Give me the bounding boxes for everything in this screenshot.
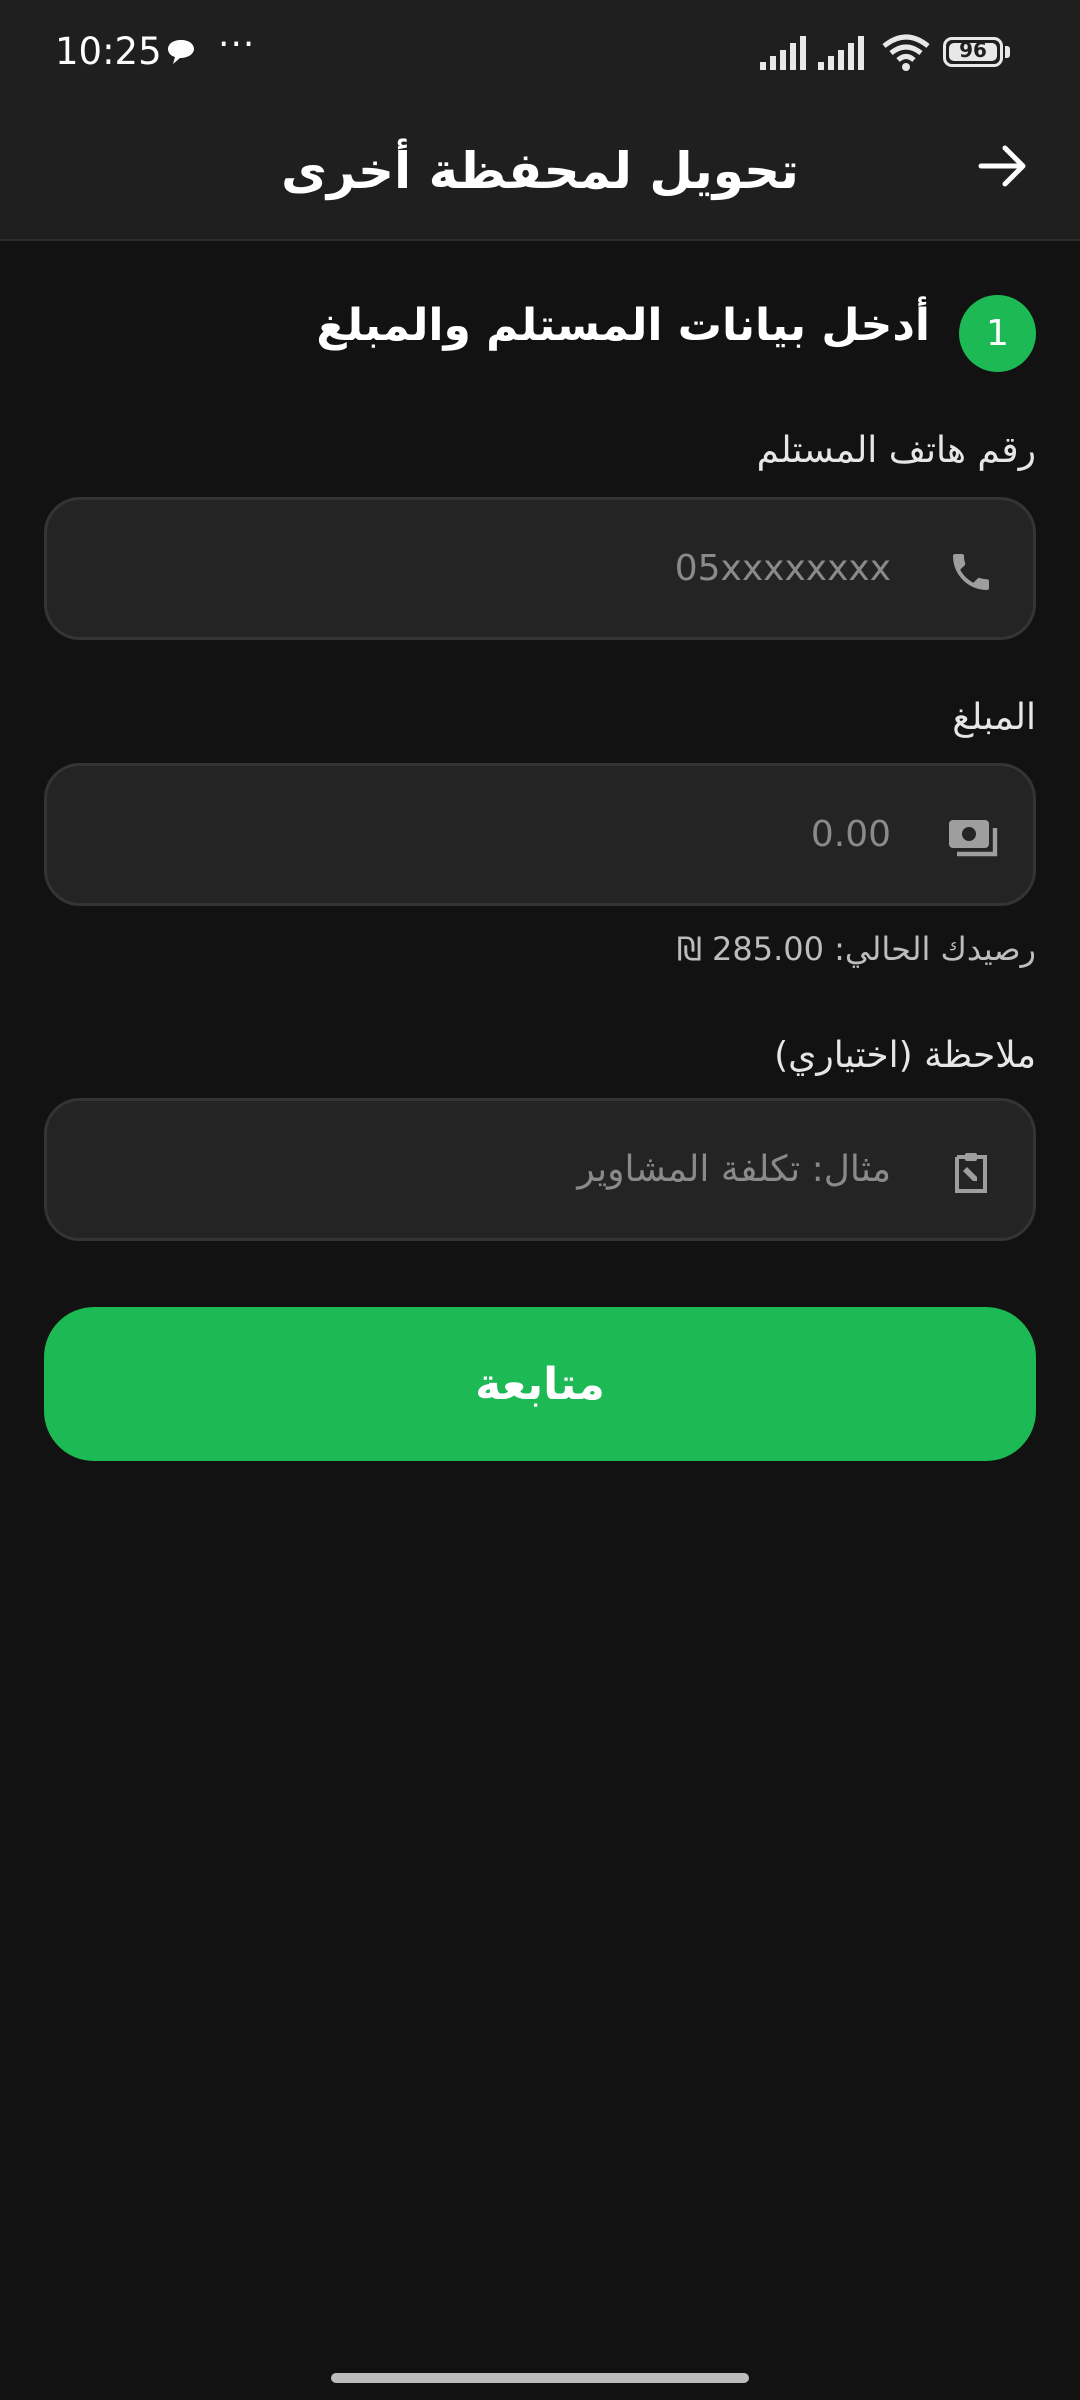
phone-input[interactable] (87, 500, 893, 637)
cash-icon (947, 814, 998, 862)
signal-icon-2 (818, 36, 868, 74)
chat-notification-icon (166, 38, 196, 70)
step-number-badge: 1 (959, 295, 1036, 372)
status-bar: 10:25 ··· 96 (0, 0, 1080, 108)
note-field-container[interactable] (44, 1098, 1036, 1241)
step-title: أدخل بيانات المستلم والمبلغ (316, 300, 930, 351)
home-indicator[interactable] (331, 2373, 749, 2383)
status-time: 10:25 (55, 30, 162, 73)
phone-icon (947, 548, 995, 596)
note-label: ملاحظة (اختياري) (774, 1035, 1036, 1076)
note-input[interactable] (87, 1101, 893, 1238)
battery-icon: 96 (943, 37, 1003, 67)
current-balance-text: رصيدك الحالي: 285.00 ₪ (676, 930, 1036, 968)
wifi-icon (882, 34, 932, 78)
more-notifications-icon: ··· (218, 24, 256, 65)
continue-button[interactable]: متابعة (44, 1307, 1036, 1461)
clipboard-edit-icon (947, 1149, 995, 1197)
amount-field-container[interactable] (44, 763, 1036, 906)
amount-label: المبلغ (952, 697, 1036, 738)
signal-icon (760, 36, 810, 74)
phone-field-container[interactable] (44, 497, 1036, 640)
battery-level: 96 (959, 38, 987, 62)
arrow-right-icon[interactable] (975, 138, 1031, 194)
page-title: تحويل لمحفظة أخرى (281, 142, 799, 200)
amount-input[interactable] (87, 766, 893, 903)
app-bar: تحويل لمحفظة أخرى (0, 108, 1080, 241)
phone-label: رقم هاتف المستلم (756, 430, 1036, 471)
